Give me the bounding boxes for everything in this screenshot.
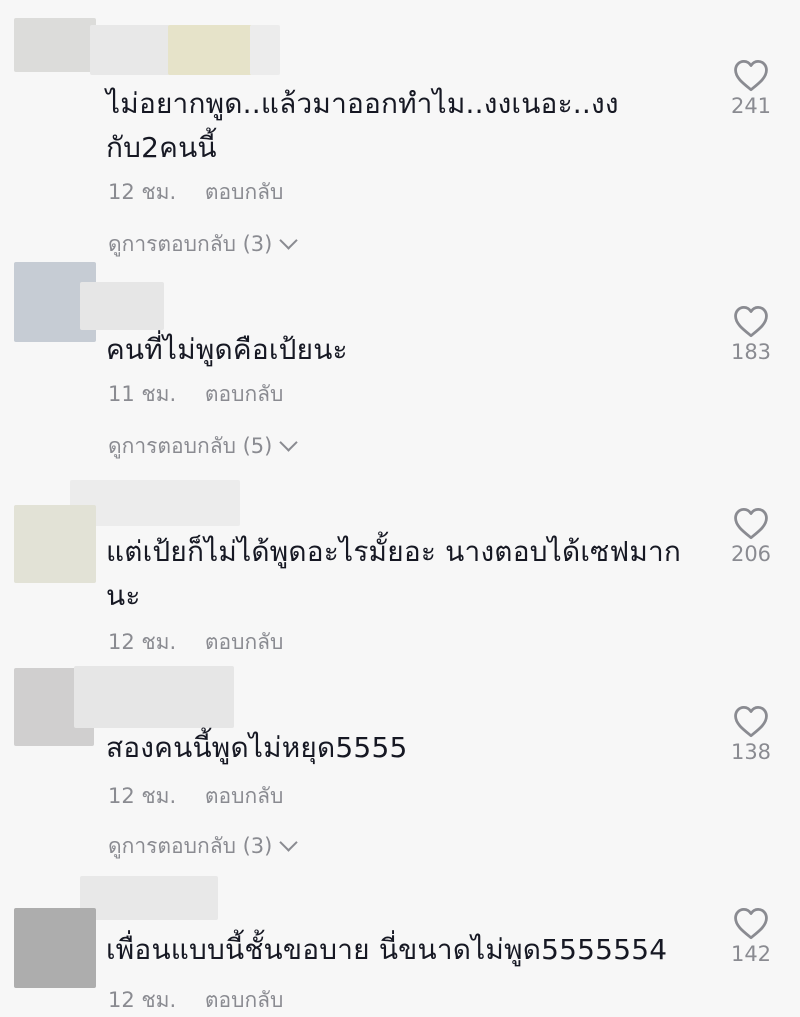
blurred-avatar [14,505,96,583]
blurred-avatar [14,908,96,988]
blurred-username [250,25,280,75]
view-replies-label: ดูการตอบกลับ (3) [108,834,273,858]
comment-text: คนที่ไม่พูดคือเป้ยนะ [106,333,348,366]
blurred-username [80,282,164,330]
blurred-username [80,876,218,920]
like-button[interactable]: 241 [722,58,780,118]
heart-outline-icon [734,306,768,338]
view-replies-label: ดูการตอบกลับ (3) [108,232,273,256]
chevron-down-icon [279,833,299,852]
view-replies-button[interactable]: ดูการตอบกลับ (5) [108,430,299,463]
comment-time: 12 ชม. [108,988,177,1012]
comment-time: 12 ชม. [108,180,177,204]
like-count: 206 [730,542,772,566]
reply-button[interactable]: ตอบกลับ [205,180,284,204]
comment-meta: 12 ชม. ตอบกลับ [108,626,283,659]
like-button[interactable]: 138 [722,704,780,764]
like-count: 142 [730,942,772,966]
view-replies-button[interactable]: ดูการตอบกลับ (3) [108,830,299,863]
comment-text: เพื่อนแบบนี้ชั้นขอบาย นี่ขนาดไม่พูด55555… [106,933,668,966]
comment-meta: 12 ชม. ตอบกลับ [108,984,283,1017]
like-count: 241 [730,94,772,118]
like-button[interactable]: 142 [722,906,780,966]
view-replies-button[interactable]: ดูการตอบกลับ (3) [108,228,299,261]
chevron-down-icon [279,231,299,250]
comment-meta: 12 ชม. ตอบกลับ [108,780,283,813]
comment-time: 11 ชม. [108,382,177,406]
comment-meta: 12 ชม. ตอบกลับ [108,176,283,209]
heart-outline-icon [734,60,768,92]
comment-time: 12 ชม. [108,630,177,654]
reply-button[interactable]: ตอบกลับ [205,630,284,654]
blurred-username [90,25,170,75]
view-replies-label: ดูการตอบกลับ (5) [108,434,273,458]
like-button[interactable]: 183 [722,304,780,364]
comment-meta: 11 ชม. ตอบกลับ [108,378,283,411]
comment-text: แต่เป้ยก็ไม่ได้พูดอะไรมั้ยอะ นางตอบได้เซ… [106,535,682,612]
blurred-username [168,25,252,75]
heart-outline-icon [734,908,768,940]
like-button[interactable]: 206 [722,506,780,566]
comment-text: สองคนนี้พูดไม่หยุด5555 [106,731,408,764]
blurred-avatar [14,18,96,72]
like-count: 138 [730,740,772,764]
blurred-username [74,666,234,728]
reply-button[interactable]: ตอบกลับ [205,988,284,1012]
reply-button[interactable]: ตอบกลับ [205,382,284,406]
comment-time: 12 ชม. [108,784,177,808]
heart-outline-icon [734,508,768,540]
chevron-down-icon [279,433,299,452]
comment-text: ไม่อยากพูด..แล้วมาออกทำไม..งงเนอะ..งง กั… [106,87,619,164]
heart-outline-icon [734,706,768,738]
reply-button[interactable]: ตอบกลับ [205,784,284,808]
like-count: 183 [730,340,772,364]
